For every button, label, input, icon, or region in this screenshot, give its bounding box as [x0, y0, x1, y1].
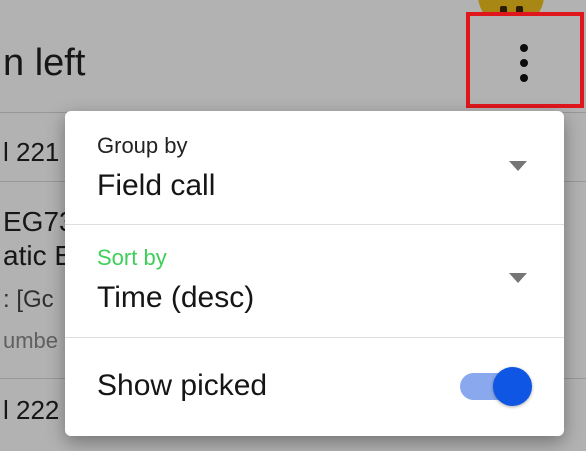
group-by-label: Group by [97, 133, 188, 158]
caret-down-icon [509, 161, 527, 171]
group-by-value: Field call [97, 169, 216, 202]
sort-by-value: Time (desc) [97, 281, 255, 314]
caret-down-icon [509, 273, 527, 283]
highlight-box [466, 12, 584, 108]
show-picked-toggle-thumb[interactable] [493, 367, 532, 406]
sort-by-label: Sort by [97, 245, 167, 270]
divider [65, 337, 564, 338]
screen: n left l 221 EG73 atic E : [Gc umbe l 22… [0, 0, 586, 451]
show-picked-label: Show picked [97, 369, 268, 402]
sort-by-select[interactable]: Sort by Time (desc) [65, 225, 564, 337]
view-options-menu: Group by Field call Sort by Time (desc) … [65, 111, 564, 436]
group-by-select[interactable]: Group by Field call [65, 111, 564, 224]
